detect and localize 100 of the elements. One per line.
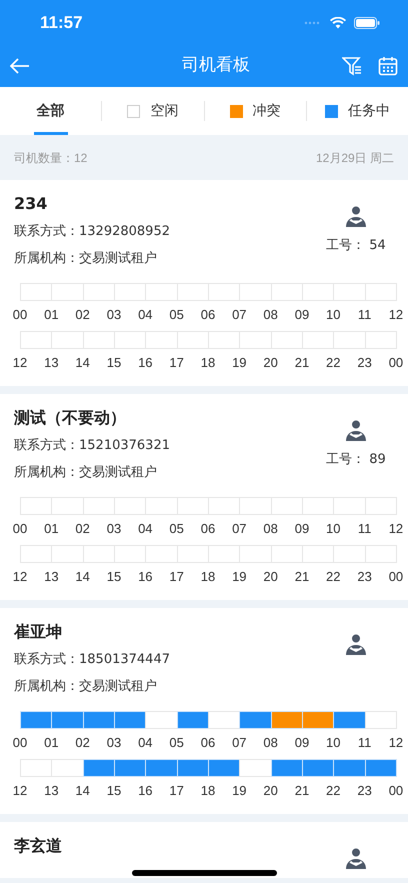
hour-label: 18 (200, 568, 216, 586)
hour-label: 06 (200, 734, 216, 752)
filter-tab[interactable]: 空闲 (102, 87, 204, 135)
hour-label: 23 (356, 568, 373, 586)
driver-count: 司机数量：12 (14, 150, 88, 166)
hour-label: 15 (106, 568, 122, 586)
driver-icon (344, 204, 368, 228)
work-id: 工号： 89 (326, 451, 386, 469)
hour-label: 12 (12, 354, 28, 372)
hour-label: 23 (356, 782, 373, 800)
hour-label: 17 (168, 568, 185, 586)
hour-label: 03 (106, 520, 122, 538)
hour-label: 16 (137, 354, 154, 372)
hour-label: 00 (12, 734, 28, 752)
hour-label: 09 (294, 306, 310, 324)
hour-label: 14 (74, 354, 91, 372)
hour-label: 13 (43, 568, 60, 586)
hour-label: 19 (231, 354, 248, 372)
hour-label: 13 (43, 782, 60, 800)
hour-label: 17 (168, 782, 185, 800)
hour-label: 12 (388, 520, 404, 538)
hour-label: 07 (231, 520, 248, 538)
driver-icon (344, 418, 368, 442)
hour-label: 05 (168, 520, 185, 538)
filter-tab[interactable]: 冲突 (204, 87, 306, 135)
filter-icon[interactable] (342, 56, 362, 76)
hour-label: 12 (12, 782, 28, 800)
hour-label: 22 (325, 354, 342, 372)
hour-label: 18 (200, 354, 216, 372)
hour-label: 23 (356, 354, 373, 372)
hour-label: 01 (43, 306, 60, 324)
hour-label: 08 (262, 520, 279, 538)
hour-label: 09 (294, 520, 310, 538)
calendar-icon[interactable] (378, 56, 398, 76)
filter-tab[interactable]: 任务中 (306, 87, 408, 135)
hour-label: 11 (356, 306, 372, 324)
driver-icon (344, 632, 368, 656)
hour-label: 22 (325, 782, 342, 800)
org-text: 所属机构：交易测试租户 (14, 678, 158, 696)
hour-label: 05 (168, 734, 185, 752)
hour-label: 18 (200, 782, 216, 800)
hour-label: 19 (231, 568, 248, 586)
hour-label: 03 (106, 734, 122, 752)
hour-label: 16 (137, 782, 154, 800)
hour-label: 01 (43, 520, 60, 538)
phone-text: 联系方式：15210376321 (14, 437, 170, 455)
hour-label: 10 (325, 734, 342, 752)
date-label: 12月29日 周二 (316, 150, 394, 166)
hour-label: 10 (325, 520, 342, 538)
org-text: 所属机构：交易测试租户 (14, 250, 158, 268)
org-text: 所属机构：交易测试租户 (14, 464, 158, 482)
hour-label: 07 (231, 734, 248, 752)
hour-label: 03 (106, 306, 122, 324)
hour-label: 04 (137, 734, 154, 752)
hour-label: 02 (74, 306, 91, 324)
hour-label: 00 (388, 782, 404, 800)
hour-label: 08 (262, 734, 279, 752)
hour-label: 14 (74, 782, 91, 800)
hour-label: 06 (200, 306, 216, 324)
hour-label: 12 (12, 568, 28, 586)
hour-label: 21 (294, 568, 310, 586)
phone-text: 联系方式：18501374447 (14, 651, 170, 669)
hour-label: 00 (12, 306, 28, 324)
hour-label: 17 (168, 354, 185, 372)
hour-label: 11 (356, 734, 372, 752)
hour-label: 20 (262, 354, 279, 372)
hour-label: 10 (325, 306, 342, 324)
hour-label: 15 (106, 782, 122, 800)
hour-label: 20 (262, 782, 279, 800)
hour-label: 00 (388, 354, 404, 372)
hour-label: 21 (294, 354, 310, 372)
hour-label: 15 (106, 354, 122, 372)
filter-tab[interactable]: 全部 (0, 87, 102, 135)
hour-label: 19 (231, 782, 248, 800)
hour-label: 02 (74, 520, 91, 538)
hour-label: 05 (168, 306, 185, 324)
driver-name: 测试（不要动） (14, 407, 127, 429)
wifi-icon (330, 16, 346, 28)
hour-label: 06 (200, 520, 216, 538)
hour-label: 04 (137, 306, 154, 324)
driver-name: 李玄道 (14, 835, 62, 857)
hour-label: 09 (294, 734, 310, 752)
hour-label: 11 (356, 520, 372, 538)
signal-icon (304, 20, 322, 24)
work-id: 工号： 54 (326, 237, 386, 255)
page-title: 司机看板 (182, 54, 250, 78)
driver-name: 崔亚坤 (14, 621, 63, 643)
hour-label: 00 (12, 520, 28, 538)
hour-label: 08 (262, 306, 279, 324)
battery-icon (354, 16, 380, 28)
hour-label: 22 (325, 568, 342, 586)
hour-label: 14 (74, 568, 91, 586)
hour-label: 02 (74, 734, 91, 752)
driver-icon (344, 846, 368, 870)
hour-label: 13 (43, 354, 60, 372)
hour-label: 12 (388, 734, 404, 752)
phone-text: 联系方式：13292808952 (14, 223, 170, 241)
hour-label: 01 (43, 734, 60, 752)
back-arrow-icon[interactable] (10, 58, 30, 74)
hour-label: 16 (137, 568, 154, 586)
